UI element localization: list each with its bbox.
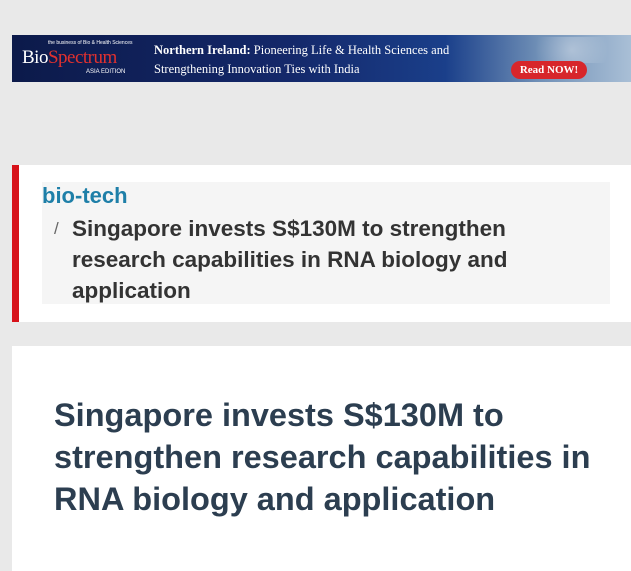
logo-wordmark: BioSpectrum (22, 47, 117, 69)
banner-headline-bold: Northern Ireland: (154, 43, 251, 57)
logo-edition: ASIA EDITION (86, 69, 126, 75)
biospectrum-logo: the business of Bio & Health Sciences Bi… (22, 39, 142, 77)
ad-banner[interactable]: the business of Bio & Health Sciences Bi… (12, 35, 631, 82)
breadcrumb-box: bio-tech / Singapore invests S$130M to s… (42, 182, 610, 304)
banner-headline: Northern Ireland: Pioneering Life & Heal… (154, 41, 514, 79)
logo-tagline: the business of Bio & Health Sciences (48, 40, 133, 46)
article-container: Singapore invests S$130M to strengthen r… (12, 346, 631, 571)
breadcrumb-current-page: Singapore invests S$130M to strengthen r… (72, 216, 508, 303)
logo-word-spectrum: Spectrum (47, 47, 117, 68)
read-now-button[interactable]: Read NOW! (511, 61, 587, 79)
breadcrumb-separator: / (54, 219, 59, 238)
breadcrumb-category-link[interactable]: bio-tech (42, 183, 128, 209)
banner-background-image (532, 37, 631, 63)
logo-word-bio: Bio (22, 47, 48, 68)
page-title: Singapore invests S$130M to strengthen r… (54, 397, 591, 517)
breadcrumb: bio-tech / Singapore invests S$130M to s… (12, 165, 631, 322)
